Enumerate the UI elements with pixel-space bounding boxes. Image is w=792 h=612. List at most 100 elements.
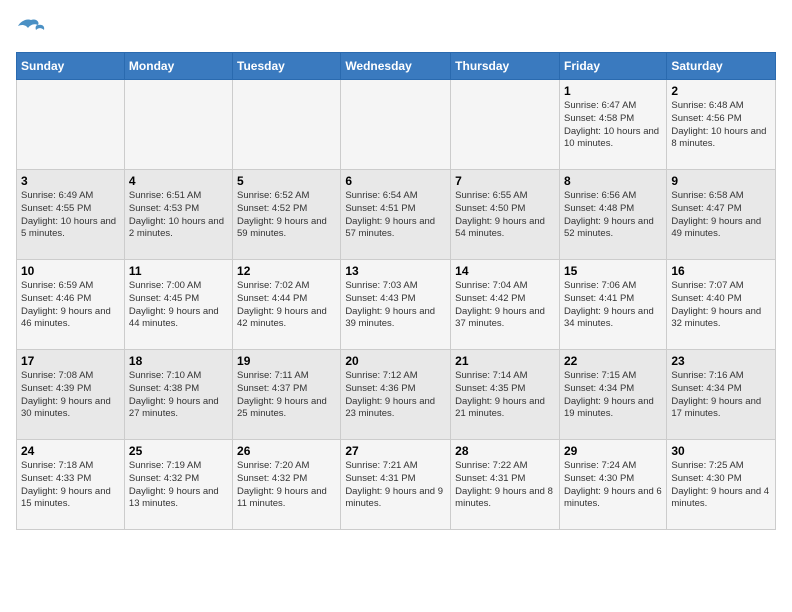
- day-info: Sunrise: 7:03 AM Sunset: 4:43 PM Dayligh…: [345, 280, 446, 331]
- day-number: 14: [455, 264, 555, 278]
- day-number: 27: [345, 444, 446, 458]
- calendar-week-row: 24Sunrise: 7:18 AM Sunset: 4:33 PM Dayli…: [17, 440, 776, 530]
- calendar-cell: 9Sunrise: 6:58 AM Sunset: 4:47 PM Daylig…: [667, 170, 776, 260]
- day-number: 28: [455, 444, 555, 458]
- day-number: 25: [129, 444, 228, 458]
- calendar-week-row: 17 Sunrise: 7:08 AM Sunset: 4:39 PM Dayli…: [17, 350, 776, 440]
- day-info: Sunrise: 7:24 AM Sunset: 4:30 PM Dayligh…: [564, 460, 662, 511]
- day-number: 17: [21, 354, 120, 368]
- day-number: 4: [129, 174, 228, 188]
- day-info: Sunrise: 7:14 AM Sunset: 4:35 PM Dayligh…: [455, 370, 555, 421]
- calendar-cell: [341, 80, 451, 170]
- day-info: Sunrise: 7:00 AM Sunset: 4:45 PM Dayligh…: [129, 280, 228, 331]
- day-info: Sunrise: 6:51 AM Sunset: 4:53 PM Dayligh…: [129, 190, 228, 241]
- calendar-cell: 30 Sunrise: 7:25 AM Sunset: 4:30 PM Dayli…: [667, 440, 776, 530]
- calendar-cell: 16 Sunrise: 7:07 AM Sunset: 4:40 PM Dayli…: [667, 260, 776, 350]
- day-number: 6: [345, 174, 446, 188]
- day-number: 20: [345, 354, 446, 368]
- header-wednesday: Wednesday: [341, 53, 451, 80]
- calendar-week-row: 10 Sunrise: 6:59 AM Sunset: 4:46 PM Dayli…: [17, 260, 776, 350]
- calendar-cell: 14 Sunrise: 7:04 AM Sunset: 4:42 PM Dayli…: [451, 260, 560, 350]
- day-info: Sunrise: 6:59 AM Sunset: 4:46 PM Dayligh…: [21, 280, 120, 331]
- day-info: Sunrise: 7:10 AM Sunset: 4:38 PM Dayligh…: [129, 370, 228, 421]
- calendar-cell: 24Sunrise: 7:18 AM Sunset: 4:33 PM Dayli…: [17, 440, 125, 530]
- day-number: 22: [564, 354, 662, 368]
- logo-icon: [16, 16, 46, 40]
- calendar-cell: 6Sunrise: 6:54 AM Sunset: 4:51 PM Daylig…: [341, 170, 451, 260]
- day-info: Sunrise: 7:12 AM Sunset: 4:36 PM Dayligh…: [345, 370, 446, 421]
- day-number: 24: [21, 444, 120, 458]
- calendar-cell: 13 Sunrise: 7:03 AM Sunset: 4:43 PM Dayli…: [341, 260, 451, 350]
- calendar-cell: 23 Sunrise: 7:16 AM Sunset: 4:34 PM Dayli…: [667, 350, 776, 440]
- calendar-cell: 20 Sunrise: 7:12 AM Sunset: 4:36 PM Dayli…: [341, 350, 451, 440]
- day-number: 9: [671, 174, 771, 188]
- day-number: 16: [671, 264, 771, 278]
- day-number: 15: [564, 264, 662, 278]
- header-monday: Monday: [124, 53, 232, 80]
- day-number: 26: [237, 444, 336, 458]
- calendar-cell: 27 Sunrise: 7:21 AM Sunset: 4:31 PM Dayli…: [341, 440, 451, 530]
- calendar-cell: [451, 80, 560, 170]
- calendar-cell: 11 Sunrise: 7:00 AM Sunset: 4:45 PM Dayli…: [124, 260, 232, 350]
- day-number: 13: [345, 264, 446, 278]
- calendar-cell: 8 Sunrise: 6:56 AM Sunset: 4:48 PM Daylig…: [559, 170, 666, 260]
- calendar-cell: 15 Sunrise: 7:06 AM Sunset: 4:41 PM Dayli…: [559, 260, 666, 350]
- calendar-cell: 25 Sunrise: 7:19 AM Sunset: 4:32 PM Dayli…: [124, 440, 232, 530]
- header: [16, 16, 776, 40]
- day-number: 2: [671, 84, 771, 98]
- calendar-table: SundayMondayTuesdayWednesdayThursdayFrid…: [16, 52, 776, 530]
- calendar-cell: 17 Sunrise: 7:08 AM Sunset: 4:39 PM Dayli…: [17, 350, 125, 440]
- day-info: Sunrise: 7:19 AM Sunset: 4:32 PM Dayligh…: [129, 460, 228, 511]
- day-number: 3: [21, 174, 120, 188]
- day-number: 18: [129, 354, 228, 368]
- day-number: 5: [237, 174, 336, 188]
- day-number: 1: [564, 84, 662, 98]
- day-number: 12: [237, 264, 336, 278]
- day-info: Sunrise: 7:21 AM Sunset: 4:31 PM Dayligh…: [345, 460, 446, 511]
- calendar-cell: 26 Sunrise: 7:20 AM Sunset: 4:32 PM Dayli…: [233, 440, 341, 530]
- calendar-cell: 4 Sunrise: 6:51 AM Sunset: 4:53 PM Daylig…: [124, 170, 232, 260]
- calendar-cell: 21 Sunrise: 7:14 AM Sunset: 4:35 PM Dayli…: [451, 350, 560, 440]
- calendar-week-row: 1Sunrise: 6:47 AM Sunset: 4:58 PM Daylig…: [17, 80, 776, 170]
- day-number: 30: [671, 444, 771, 458]
- day-info: Sunrise: 7:04 AM Sunset: 4:42 PM Dayligh…: [455, 280, 555, 331]
- day-info: Sunrise: 6:52 AM Sunset: 4:52 PM Dayligh…: [237, 190, 336, 241]
- day-number: 19: [237, 354, 336, 368]
- calendar-cell: 12 Sunrise: 7:02 AM Sunset: 4:44 PM Dayli…: [233, 260, 341, 350]
- calendar-cell: 1Sunrise: 6:47 AM Sunset: 4:58 PM Daylig…: [559, 80, 666, 170]
- day-info: Sunrise: 7:16 AM Sunset: 4:34 PM Dayligh…: [671, 370, 771, 421]
- day-info: Sunrise: 7:20 AM Sunset: 4:32 PM Dayligh…: [237, 460, 336, 511]
- day-number: 10: [21, 264, 120, 278]
- day-number: 21: [455, 354, 555, 368]
- day-number: 11: [129, 264, 228, 278]
- calendar-header-row: SundayMondayTuesdayWednesdayThursdayFrid…: [17, 53, 776, 80]
- header-sunday: Sunday: [17, 53, 125, 80]
- day-info: Sunrise: 7:22 AM Sunset: 4:31 PM Dayligh…: [455, 460, 555, 511]
- calendar-week-row: 3 Sunrise: 6:49 AM Sunset: 4:55 PM Daylig…: [17, 170, 776, 260]
- day-info: Sunrise: 6:48 AM Sunset: 4:56 PM Dayligh…: [671, 100, 771, 151]
- header-thursday: Thursday: [451, 53, 560, 80]
- calendar-cell: 3 Sunrise: 6:49 AM Sunset: 4:55 PM Daylig…: [17, 170, 125, 260]
- day-number: 29: [564, 444, 662, 458]
- calendar-cell: [233, 80, 341, 170]
- day-info: Sunrise: 6:49 AM Sunset: 4:55 PM Dayligh…: [21, 190, 120, 241]
- day-info: Sunrise: 7:15 AM Sunset: 4:34 PM Dayligh…: [564, 370, 662, 421]
- calendar-cell: 5 Sunrise: 6:52 AM Sunset: 4:52 PM Daylig…: [233, 170, 341, 260]
- day-info: Sunrise: 7:25 AM Sunset: 4:30 PM Dayligh…: [671, 460, 771, 511]
- day-info: Sunrise: 7:06 AM Sunset: 4:41 PM Dayligh…: [564, 280, 662, 331]
- calendar-cell: 29 Sunrise: 7:24 AM Sunset: 4:30 PM Dayli…: [559, 440, 666, 530]
- day-info: Sunrise: 7:02 AM Sunset: 4:44 PM Dayligh…: [237, 280, 336, 331]
- day-info: Sunrise: 7:11 AM Sunset: 4:37 PM Dayligh…: [237, 370, 336, 421]
- header-tuesday: Tuesday: [233, 53, 341, 80]
- day-number: 8: [564, 174, 662, 188]
- day-info: Sunrise: 6:55 AM Sunset: 4:50 PM Dayligh…: [455, 190, 555, 241]
- day-info: Sunrise: 7:07 AM Sunset: 4:40 PM Dayligh…: [671, 280, 771, 331]
- day-number: 7: [455, 174, 555, 188]
- day-info: Sunrise: 7:08 AM Sunset: 4:39 PM Dayligh…: [21, 370, 120, 421]
- calendar-cell: [124, 80, 232, 170]
- calendar-cell: 2 Sunrise: 6:48 AM Sunset: 4:56 PM Daylig…: [667, 80, 776, 170]
- calendar-cell: 22 Sunrise: 7:15 AM Sunset: 4:34 PM Dayli…: [559, 350, 666, 440]
- day-info: Sunrise: 6:56 AM Sunset: 4:48 PM Dayligh…: [564, 190, 662, 241]
- header-saturday: Saturday: [667, 53, 776, 80]
- day-number: 23: [671, 354, 771, 368]
